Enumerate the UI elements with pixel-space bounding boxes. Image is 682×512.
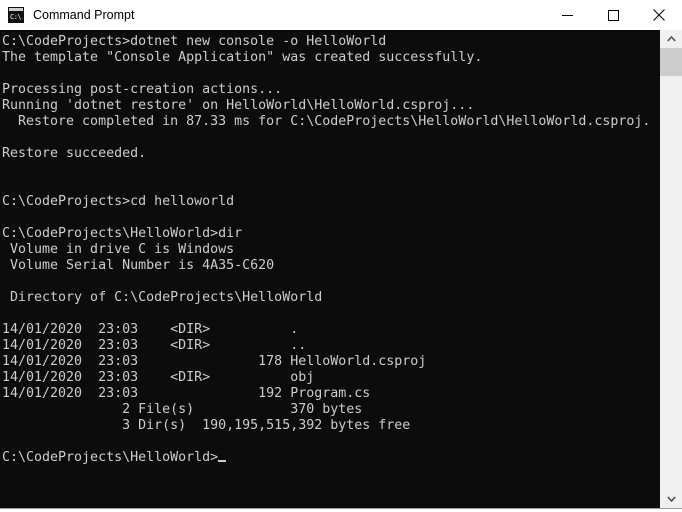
text-cursor [218,460,227,462]
terminal-output-area[interactable]: C:\CodeProjects>dotnet new console -o He… [0,30,660,508]
vertical-scrollbar[interactable] [660,30,682,508]
scrollbar-track[interactable] [660,48,682,490]
console-scrollback: C:\CodeProjects>dotnet new console -o He… [2,34,651,433]
icon-screen-text: C:\. [9,12,23,22]
maximize-icon [607,9,619,21]
window-controls [544,0,682,30]
chevron-down-icon [666,496,676,502]
scrollbar-thumb[interactable] [660,48,682,76]
close-button[interactable] [636,0,682,30]
console-text: C:\CodeProjects>dotnet new console -o He… [0,30,660,466]
minimize-icon [561,14,573,16]
minimize-button[interactable] [544,0,590,30]
title-bar-left: C:\. Command Prompt [0,0,134,30]
title-bar[interactable]: C:\. Command Prompt [0,0,682,30]
maximize-button[interactable] [590,0,636,30]
window-title: Command Prompt [33,8,135,22]
close-icon [653,9,665,21]
current-prompt: C:\CodeProjects\HelloWorld> [2,450,219,465]
window-border-line [0,508,682,509]
scroll-up-button[interactable] [660,30,682,48]
command-prompt-window: C:\. Command Prompt [0,0,682,512]
window-bottom-border [0,508,682,512]
command-prompt-icon: C:\. [8,7,24,23]
scroll-down-button[interactable] [660,490,682,508]
chevron-up-icon [666,36,676,42]
